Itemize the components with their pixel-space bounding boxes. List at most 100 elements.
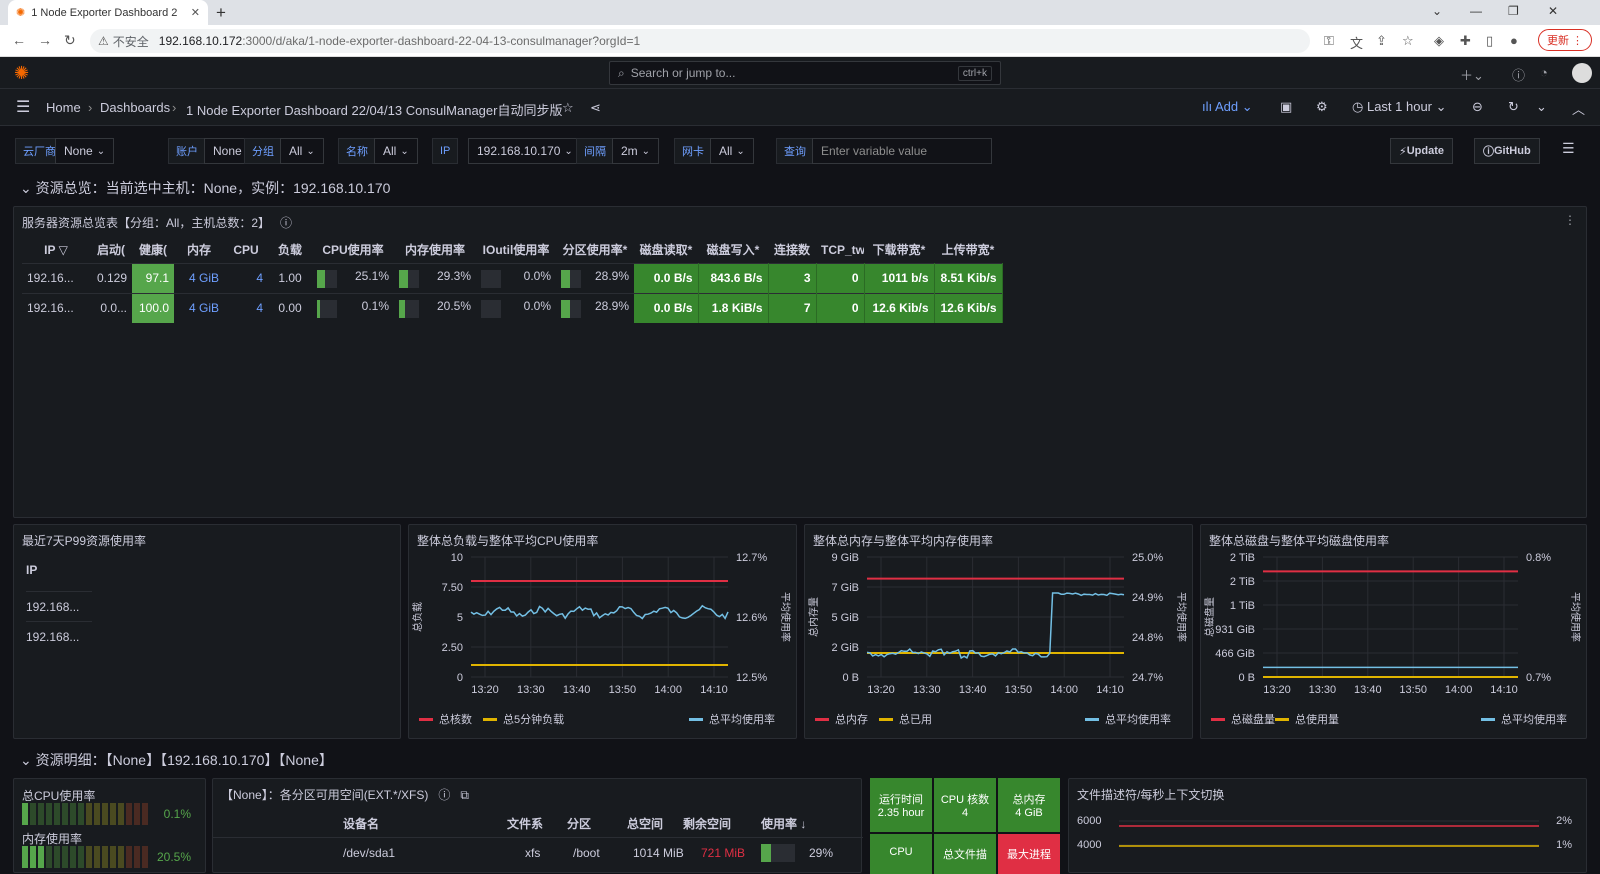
column-header[interactable]: CPU — [224, 237, 268, 263]
url-input[interactable]: ⚠ 不安全 192.168.10.172:3000/d/aka/1-node-e… — [90, 29, 1310, 53]
column-header[interactable]: TCP_tw — [816, 237, 864, 263]
menu-icon[interactable]: ☰ — [16, 97, 30, 117]
legend-item[interactable]: 总平均使用率 — [1085, 711, 1171, 727]
browser-address-bar: ← → ↻ ⚠ 不安全 192.168.10.172:3000/d/aka/1-… — [0, 25, 1600, 57]
disk-column-header[interactable]: 设备名 — [343, 815, 379, 832]
column-header[interactable]: 启动( — [90, 237, 132, 263]
grafana-favicon-icon: ✺ — [16, 7, 26, 19]
info-icon[interactable]: ⓘ — [280, 216, 292, 230]
close-tab-icon[interactable]: ✕ — [191, 6, 200, 19]
gauge-segment — [22, 803, 28, 825]
chart-svg: 2 TiB 2 TiB 1 TiB 931 GiB 466 GiB 0 B 0.8% 0.7%… — [1203, 552, 1582, 696]
profile-icon[interactable]: ● — [1510, 33, 1518, 48]
legend-item[interactable]: 总使用量 — [1275, 711, 1339, 727]
translate-icon[interactable]: 文 — [1350, 33, 1363, 52]
hamburger-icon[interactable]: ☰ — [1562, 140, 1575, 157]
github-button[interactable]: ⓘ GitHub — [1474, 138, 1540, 164]
tab-search-icon[interactable]: ⌄ — [1432, 4, 1442, 18]
reload-icon[interactable]: ↻ — [64, 32, 76, 49]
panel-menu-icon[interactable]: ⋮ — [1564, 213, 1576, 227]
share-icon[interactable]: ⇪ — [1376, 33, 1387, 49]
refresh-icon[interactable]: ↻ — [1508, 99, 1519, 115]
column-header[interactable]: 内存 — [174, 237, 224, 263]
column-header[interactable]: 内存使用率 — [394, 237, 476, 263]
back-icon[interactable]: ← — [12, 32, 26, 48]
column-header[interactable]: 分区使用率* — [556, 237, 634, 263]
legend-item[interactable]: 总内存 — [815, 711, 868, 727]
column-header[interactable]: 负载 — [268, 237, 312, 263]
disk-column-header[interactable]: 分区 — [567, 815, 591, 832]
x-tick-label: 14:00 — [1445, 684, 1473, 696]
column-header[interactable]: IP ▽ — [22, 237, 90, 263]
collapse-chevron-icon[interactable]: ︿ — [1572, 99, 1585, 118]
extension-icon[interactable]: ◈ — [1434, 33, 1444, 49]
browser-tab[interactable]: ✺ 1 Node Exporter Dashboard 2 ✕ — [8, 0, 208, 25]
variable-select[interactable]: All ⌄ — [710, 138, 754, 164]
help-icon[interactable]: ⓘ — [1512, 65, 1525, 84]
legend-item[interactable]: 总5分钟负载 — [483, 711, 564, 727]
variable-select[interactable]: 192.168.10.170 ⌄ — [468, 138, 582, 164]
breadcrumb-dashboards[interactable]: Dashboards — [100, 100, 170, 115]
browser-update-button[interactable]: 更新 ⋮ — [1538, 29, 1593, 51]
search-input[interactable]: ⌕ Search or jump to... ctrl+k — [609, 61, 1001, 85]
legend-item[interactable]: 总核数 — [419, 711, 472, 727]
user-avatar[interactable] — [1572, 63, 1592, 83]
column-header[interactable]: IOutil使用率 — [476, 237, 556, 263]
star-icon[interactable]: ☆ — [562, 100, 574, 116]
disk-column-header[interactable]: 文件系 — [507, 815, 543, 832]
news-icon[interactable]: ◔ — [1540, 65, 1548, 80]
share-dashboard-icon[interactable]: ⋖ — [590, 100, 601, 116]
breadcrumb-home[interactable]: Home — [46, 100, 81, 115]
tcp-cell: 0 — [816, 292, 865, 323]
add-button[interactable]: ılı Add ⌄ — [1202, 99, 1253, 115]
time-picker[interactable]: ◷ Last 1 hour ⌄ — [1352, 99, 1447, 115]
column-header[interactable]: 下载带宽* — [864, 237, 934, 263]
variable-select[interactable]: None ⌄ — [55, 138, 115, 164]
disk-column-header[interactable]: 剩余空间 — [683, 815, 731, 832]
legend-item[interactable]: 总平均使用率 — [689, 711, 775, 727]
gauge-segment — [118, 803, 124, 825]
variables-bar: 云厂商None ⌄账户None ⌄分组All ⌄名称All ⌄IP192.168… — [0, 126, 1600, 174]
variable-select[interactable]: All ⌄ — [280, 138, 324, 164]
minimize-icon[interactable]: — — [1470, 4, 1482, 18]
external-link-icon[interactable]: ⧉ — [460, 788, 469, 802]
column-header[interactable]: 上传带宽* — [934, 237, 1002, 263]
variable-select[interactable]: All ⌄ — [374, 138, 418, 164]
refresh-interval-chevron-icon[interactable]: ⌄ — [1536, 99, 1547, 115]
grafana-logo-icon[interactable]: ✺ — [14, 63, 29, 84]
column-header[interactable]: 健康( — [132, 237, 174, 263]
x-tick-label: 13:50 — [1005, 684, 1033, 696]
legend-item[interactable]: 总磁盘量 — [1211, 711, 1275, 727]
bookmark-star-icon[interactable]: ☆ — [1402, 33, 1414, 49]
sidepanel-icon[interactable]: ▯ — [1486, 33, 1493, 49]
legend-item[interactable]: 总平均使用率 — [1481, 711, 1567, 727]
key-icon[interactable]: ⚿ — [1324, 33, 1334, 49]
legend-item[interactable]: 总已用 — [879, 711, 932, 727]
column-header[interactable]: 磁盘读取* — [634, 237, 698, 263]
new-icon[interactable]: ＋⌄ — [1460, 65, 1484, 84]
x-tick-label: 14:00 — [1050, 684, 1078, 696]
info-icon[interactable]: ⓘ — [438, 788, 450, 802]
column-header[interactable]: 连接数 — [768, 237, 816, 263]
disk-usage-value: 29% — [809, 846, 834, 860]
row-detail-title[interactable]: ⌄ 资源明细：【None】【192.168.10.170】【None】 — [20, 750, 333, 770]
save-icon[interactable]: ▣ — [1280, 99, 1292, 115]
column-header[interactable]: 磁盘写入* — [698, 237, 768, 263]
maximize-icon[interactable]: ❐ — [1508, 4, 1519, 18]
row-overview-title[interactable]: ⌄ 资源总览：当前选中主机：None，实例：192.168.10.170 — [20, 178, 390, 198]
query-input[interactable]: Enter variable value — [812, 138, 992, 164]
disk-column-header[interactable]: 使用率 ↓ — [761, 815, 806, 832]
new-tab-icon[interactable]: + — [216, 3, 226, 23]
usage-gauge-fill — [317, 299, 320, 318]
p99-panel: 最近7天P99资源使用率 IP 192.168... 192.168... — [13, 524, 401, 739]
forward-icon[interactable]: → — [38, 32, 52, 48]
puzzle-icon[interactable]: ✚ — [1460, 33, 1471, 49]
update-button[interactable]: ⚡ Update — [1390, 138, 1454, 164]
zoom-out-icon[interactable]: ⊖ — [1472, 99, 1483, 115]
close-window-icon[interactable]: ✕ — [1548, 4, 1558, 18]
disk-column-header[interactable]: 总空间 — [627, 815, 663, 832]
column-header[interactable]: CPU使用率 — [312, 237, 394, 263]
settings-gear-icon[interactable]: ⚙ — [1316, 99, 1328, 115]
usage-gauge-fill — [561, 299, 570, 318]
variable-select[interactable]: 2m ⌄ — [612, 138, 660, 164]
